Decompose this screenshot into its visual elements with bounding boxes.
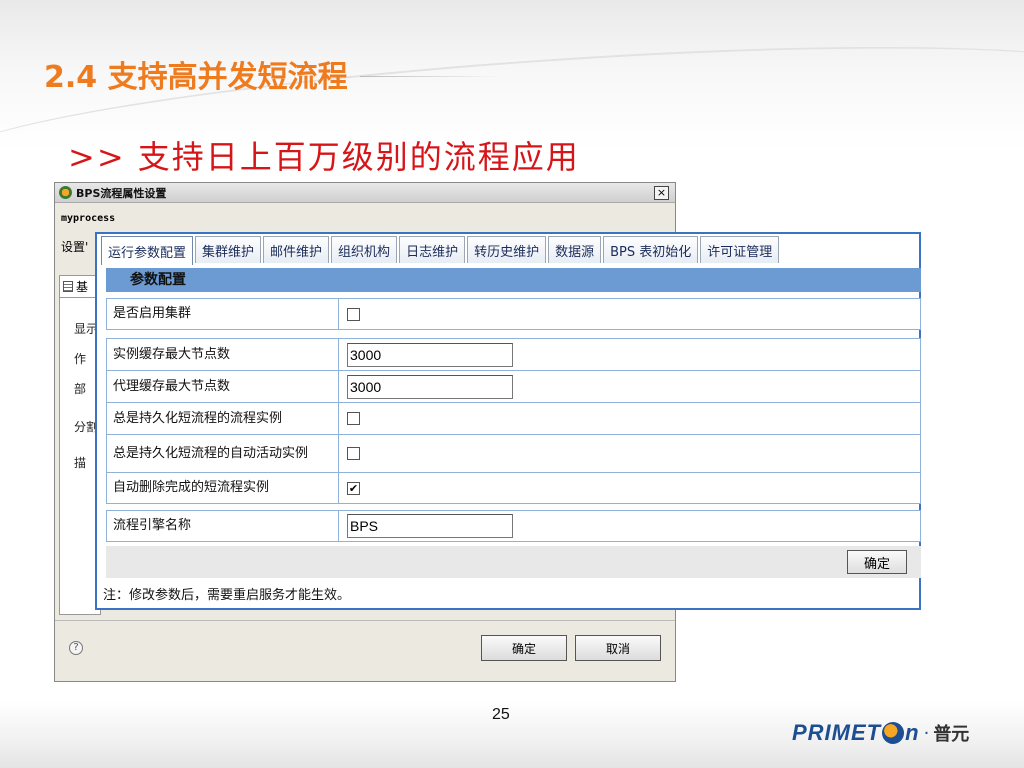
dialog-ok-button[interactable]: 确定 [481,635,567,661]
row-label: 自动删除完成的短流程实例 [107,473,339,503]
close-icon[interactable]: × [654,186,669,200]
tab-basic-label: 基 [76,280,89,294]
table-row: 总是持久化短流程的自动活动实例 [106,434,921,472]
tab-cluster[interactable]: 集群维护 [195,236,262,263]
title-underline [360,76,500,77]
row-label: 是否启用集群 [107,299,339,329]
document-icon [63,281,73,292]
logo-separator: · [923,722,930,744]
slide-title: 2.4 支持高并发短流程 [44,60,348,95]
dialog-title: BPS流程属性设置 [76,186,167,200]
tab-license[interactable]: 许可证管理 [700,236,780,263]
runtime-config-panel: 运行参数配置 集群维护 邮件维护 组织机构 日志维护 转历史维护 数据源 BPS… [95,232,921,610]
help-icon[interactable]: ? [69,641,83,655]
persist-process-instance-checkbox[interactable] [347,412,360,425]
tab-organization[interactable]: 组织机构 [331,236,398,263]
table-row: 实例缓存最大节点数 [106,338,921,370]
config-tabs: 运行参数配置 集群维护 邮件维护 组织机构 日志维护 转历史维护 数据源 BPS… [97,234,780,265]
row-label: 总是持久化短流程的自动活动实例 [107,435,339,472]
field-label-description: 描 [74,456,87,470]
dialog-titlebar: BPS流程属性设置 [55,183,675,203]
table-row: 是否启用集群 [106,298,921,330]
auto-delete-checkbox[interactable]: ✔ [347,481,360,495]
restart-note: 注：修改参数后，需要重启服务才能生效。 [103,588,351,603]
footer-divider [55,620,675,621]
engine-name-input[interactable] [347,514,513,538]
tab-runtime-params[interactable]: 运行参数配置 [101,236,194,265]
table-row: 代理缓存最大节点数 [106,370,921,402]
params-table: 实例缓存最大节点数 代理缓存最大节点数 总是持久化短流程的流程实例 总是持久化短… [106,338,921,504]
page-number: 25 [492,706,510,723]
engine-table: 流程引擎名称 [106,510,921,542]
logo-text-left: PRIMET [792,720,882,745]
section-header: 参数配置 [106,268,921,292]
row-label: 实例缓存最大节点数 [107,339,339,370]
persist-activity-instance-checkbox[interactable] [347,447,360,460]
table-row: 流程引擎名称 [106,510,921,542]
tab-history[interactable]: 转历史维护 [467,236,547,263]
field-label-department: 部 [74,382,87,396]
tab-mail[interactable]: 邮件维护 [263,236,330,263]
table-row: 自动删除完成的短流程实例 ✔ [106,472,921,504]
logo-text-right: n [905,720,920,745]
tab-datasource[interactable]: 数据源 [548,236,602,263]
tab-bps-table-init[interactable]: BPS 表初始化 [603,236,699,263]
table-row: 总是持久化短流程的流程实例 [106,402,921,434]
confirm-button[interactable]: 确定 [847,550,907,574]
instance-cache-input[interactable] [347,342,513,367]
process-name: myprocess [61,213,116,224]
confirm-bar: 确定 [106,546,921,578]
dialog-cancel-button[interactable]: 取消 [575,635,661,661]
field-label-author: 作 [74,352,87,366]
logo-globe-icon [882,722,905,744]
bps-app-icon [59,186,72,199]
primeton-logo: PRIMET n · 普元 [792,718,969,748]
logo-chinese-text: 普元 [933,724,970,745]
slide-subtitle: >> 支持日上百万级别的流程应用 [68,138,580,176]
row-label: 总是持久化短流程的流程实例 [107,403,339,434]
row-label: 代理缓存最大节点数 [107,371,339,402]
row-label: 流程引擎名称 [107,511,339,541]
enable-cluster-checkbox[interactable] [347,307,360,321]
tab-log[interactable]: 日志维护 [399,236,466,263]
settings-label: 设置' [61,240,89,254]
cluster-table: 是否启用集群 [106,298,921,330]
proxy-cache-input[interactable] [347,374,513,399]
